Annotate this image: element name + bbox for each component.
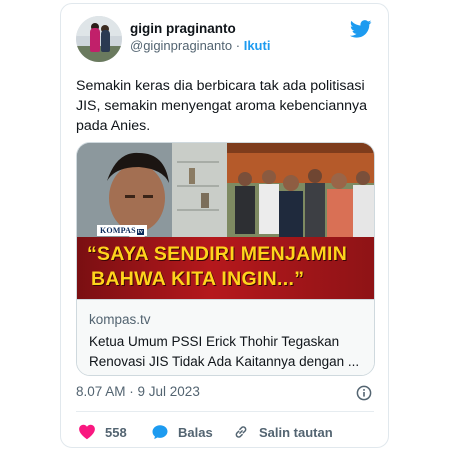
link-title-line-2: Renovasi JIS Tidak Ada Kaitannya dengan … xyxy=(89,354,360,369)
link-preview-info[interactable]: kompas.tv Ketua Umum PSSI Erick Thohir T… xyxy=(77,299,374,375)
author-display-name[interactable]: gigin praginanto xyxy=(130,20,270,37)
handle-separator: · xyxy=(235,38,241,53)
link-title: Ketua Umum PSSI Erick Thohir Tegaskan Re… xyxy=(89,332,369,372)
kompas-tv-logo: KOMPAS tv xyxy=(97,225,148,236)
twitter-bird-icon[interactable] xyxy=(350,20,372,38)
reply-label: Balas xyxy=(178,424,213,440)
link-domain: kompas.tv xyxy=(89,312,151,327)
tweet-timestamp[interactable]: 8.07 AM · 9 Jul 2023 xyxy=(76,384,200,399)
handle-row: @giginpraginanto · Ikuti xyxy=(130,37,270,55)
tweet-card: gigin praginanto @giginpraginanto · Ikut… xyxy=(60,3,389,448)
link-preview-card[interactable]: KOMPAS tv “SAYA SENDIRI MENJAMIN BAHWA KI… xyxy=(76,142,375,376)
tweet-header: gigin praginanto @giginpraginanto · Ikut… xyxy=(76,16,374,64)
like-count: 558 xyxy=(105,424,127,440)
info-icon[interactable] xyxy=(356,385,372,401)
author-handle[interactable]: @giginpraginanto xyxy=(130,38,232,53)
follow-button[interactable]: Ikuti xyxy=(244,38,271,53)
like-button[interactable]: 558 xyxy=(78,421,127,443)
link-preview-image[interactable]: KOMPAS tv “SAYA SENDIRI MENJAMIN BAHWA KI… xyxy=(77,143,374,299)
author-names: gigin praginanto @giginpraginanto · Ikut… xyxy=(130,20,270,55)
copy-link-button[interactable]: Salin tautan xyxy=(232,421,333,443)
heart-icon xyxy=(79,424,95,440)
copy-link-label: Salin tautan xyxy=(259,424,333,440)
quote-line-2: BAHWA KITA INGIN...” xyxy=(91,268,305,290)
avatar[interactable] xyxy=(76,16,122,62)
link-icon xyxy=(235,426,247,438)
reply-bubble-icon xyxy=(152,425,168,440)
quote-line-1: “SAYA SENDIRI MENJAMIN xyxy=(87,243,348,265)
reply-button[interactable]: Balas xyxy=(151,421,213,443)
tweet-actions: 558 Balas Salin tautan xyxy=(76,421,374,443)
tweet-text: Semakin keras dia berbicara tak ada poli… xyxy=(76,78,368,134)
link-title-line-1: Ketua Umum PSSI Erick Thohir Tegaskan xyxy=(89,334,340,349)
divider xyxy=(76,411,374,412)
